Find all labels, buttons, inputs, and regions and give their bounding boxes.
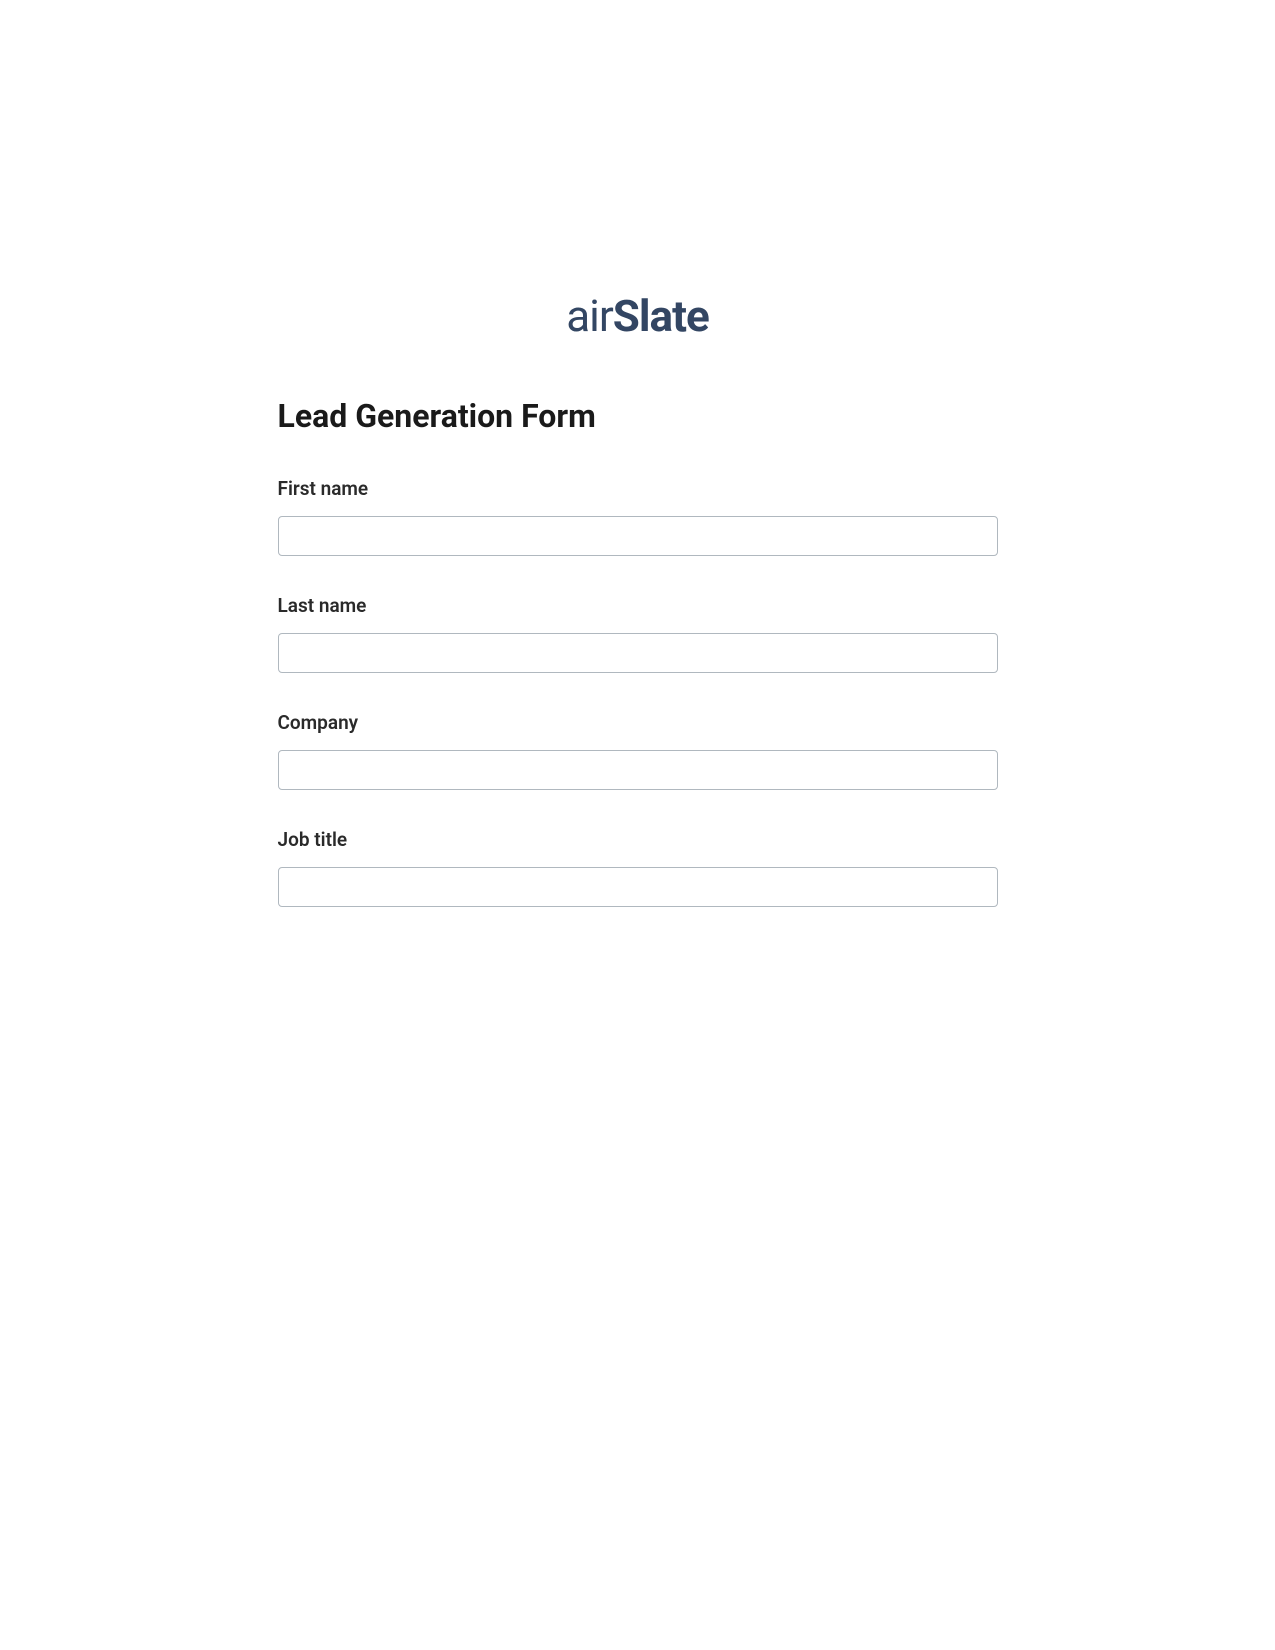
form-group-first-name: First name bbox=[278, 477, 998, 556]
form-container: airSlate Lead Generation Form First name… bbox=[278, 0, 998, 907]
logo: airSlate bbox=[278, 290, 998, 342]
form-title: Lead Generation Form bbox=[278, 397, 998, 435]
form-group-job-title: Job title bbox=[278, 828, 998, 907]
job-title-label: Job title bbox=[278, 828, 998, 851]
logo-text: airSlate bbox=[566, 290, 708, 342]
company-label: Company bbox=[278, 711, 998, 734]
job-title-input[interactable] bbox=[278, 867, 998, 907]
company-input[interactable] bbox=[278, 750, 998, 790]
form-group-company: Company bbox=[278, 711, 998, 790]
last-name-input[interactable] bbox=[278, 633, 998, 673]
first-name-input[interactable] bbox=[278, 516, 998, 556]
logo-part1: air bbox=[566, 290, 613, 342]
last-name-label: Last name bbox=[278, 594, 998, 617]
logo-part2: Slate bbox=[613, 290, 709, 342]
first-name-label: First name bbox=[278, 477, 998, 500]
form-group-last-name: Last name bbox=[278, 594, 998, 673]
